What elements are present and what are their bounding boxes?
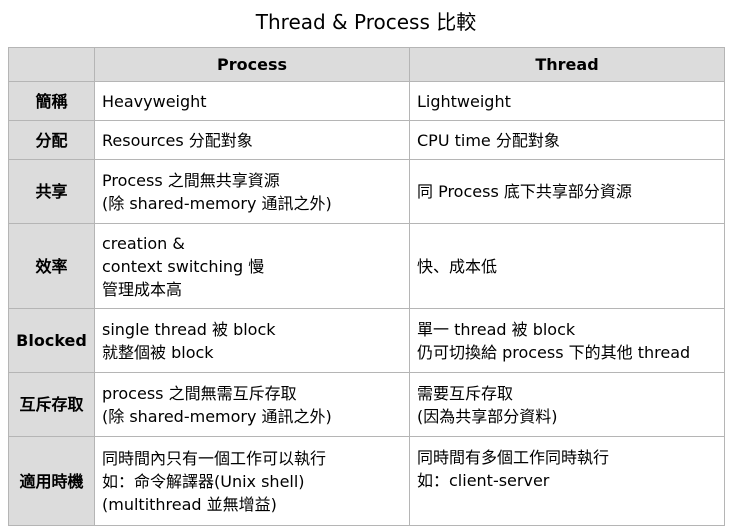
process-cell: creation & context switching 慢 管理成本高 [94,223,410,309]
thread-text: 快、成本低 [417,256,498,276]
process-text: (除 shared-memory 通訊之外) [102,406,332,426]
process-cell: 同時間內只有一個工作可以執行 如：命令解譯器(Unix shell) (mult… [94,436,410,526]
thread-cell: 單一 thread 被 block 仍可切換給 process 下的其他 thr… [409,308,725,373]
table-row: Blocked single thread 被 block 就整個被 block… [8,308,725,373]
header-process: Process [94,47,410,82]
thread-text: 同 Process 底下共享部分資源 [417,182,632,201]
process-text: 如：命令解譯器(Unix shell) [102,471,305,491]
row-label: 分配 [8,120,95,160]
row-label: 簡稱 [8,81,95,121]
comparison-table: Process Thread 簡稱 Heavyweight Lightweigh… [8,47,725,526]
process-text: 管理成本高 [102,279,183,299]
process-cell: Heavyweight [94,81,410,121]
table-header-row: Process Thread [8,47,725,82]
thread-text: (因為共享部分資料) [417,406,558,426]
process-text: 就整個被 block [102,342,214,362]
process-text: process 之間無需互斥存取 [102,383,297,403]
thread-text: 如：client-server [417,471,550,490]
thread-text: 同時間有多個工作同時執行 [417,448,610,467]
process-cell: Resources 分配對象 [94,120,410,160]
process-text: context switching 慢 [102,256,265,276]
process-text: 同時間內只有一個工作可以執行 [102,448,327,468]
process-text: Resources 分配對象 [102,130,253,150]
process-text: single thread 被 block [102,319,276,339]
thread-cell: 同時間有多個工作同時執行 如：client-server [409,436,725,526]
thread-text: 需要互斥存取 [417,383,514,403]
process-text: (multithread 並無增益) [102,494,277,514]
table-row: 適用時機 同時間內只有一個工作可以執行 如：命令解譯器(Unix shell) … [8,436,725,526]
thread-cell: 快、成本低 [409,223,725,309]
process-cell: process 之間無需互斥存取 (除 shared-memory 通訊之外) [94,372,410,437]
table-row: 簡稱 Heavyweight Lightweight [8,81,725,121]
table-row: 共享 Process 之間無共享資源 (除 shared-memory 通訊之外… [8,159,725,224]
row-label: 適用時機 [8,436,95,526]
table-row: 效率 creation & context switching 慢 管理成本高 … [8,223,725,309]
row-label: 效率 [8,223,95,309]
header-thread: Thread [409,47,725,82]
process-cell: Process 之間無共享資源 (除 shared-memory 通訊之外) [94,159,410,224]
thread-cell: Lightweight [409,81,725,121]
header-corner [8,47,95,82]
page-title: Thread & Process 比較 [255,10,477,34]
row-label: Blocked [8,308,95,373]
thread-cell: 需要互斥存取 (因為共享部分資料) [409,372,725,437]
thread-cell: CPU time 分配對象 [409,120,725,160]
thread-text: CPU time 分配對象 [417,130,560,150]
thread-text: 仍可切換給 process 下的其他 thread [417,342,691,362]
process-text: Process 之間無共享資源 [102,170,280,190]
thread-cell: 同 Process 底下共享部分資源 [409,159,725,224]
row-label: 互斥存取 [8,372,95,437]
thread-text: 單一 thread 被 block [417,319,576,339]
row-label: 共享 [8,159,95,224]
process-cell: single thread 被 block 就整個被 block [94,308,410,373]
thread-text: Lightweight [417,91,511,111]
table-row: 互斥存取 process 之間無需互斥存取 (除 shared-memory 通… [8,372,725,437]
process-text: Heavyweight [102,91,207,111]
table-row: 分配 Resources 分配對象 CPU time 分配對象 [8,120,725,160]
process-text: creation & [102,233,185,253]
process-text: (除 shared-memory 通訊之外) [102,193,332,213]
